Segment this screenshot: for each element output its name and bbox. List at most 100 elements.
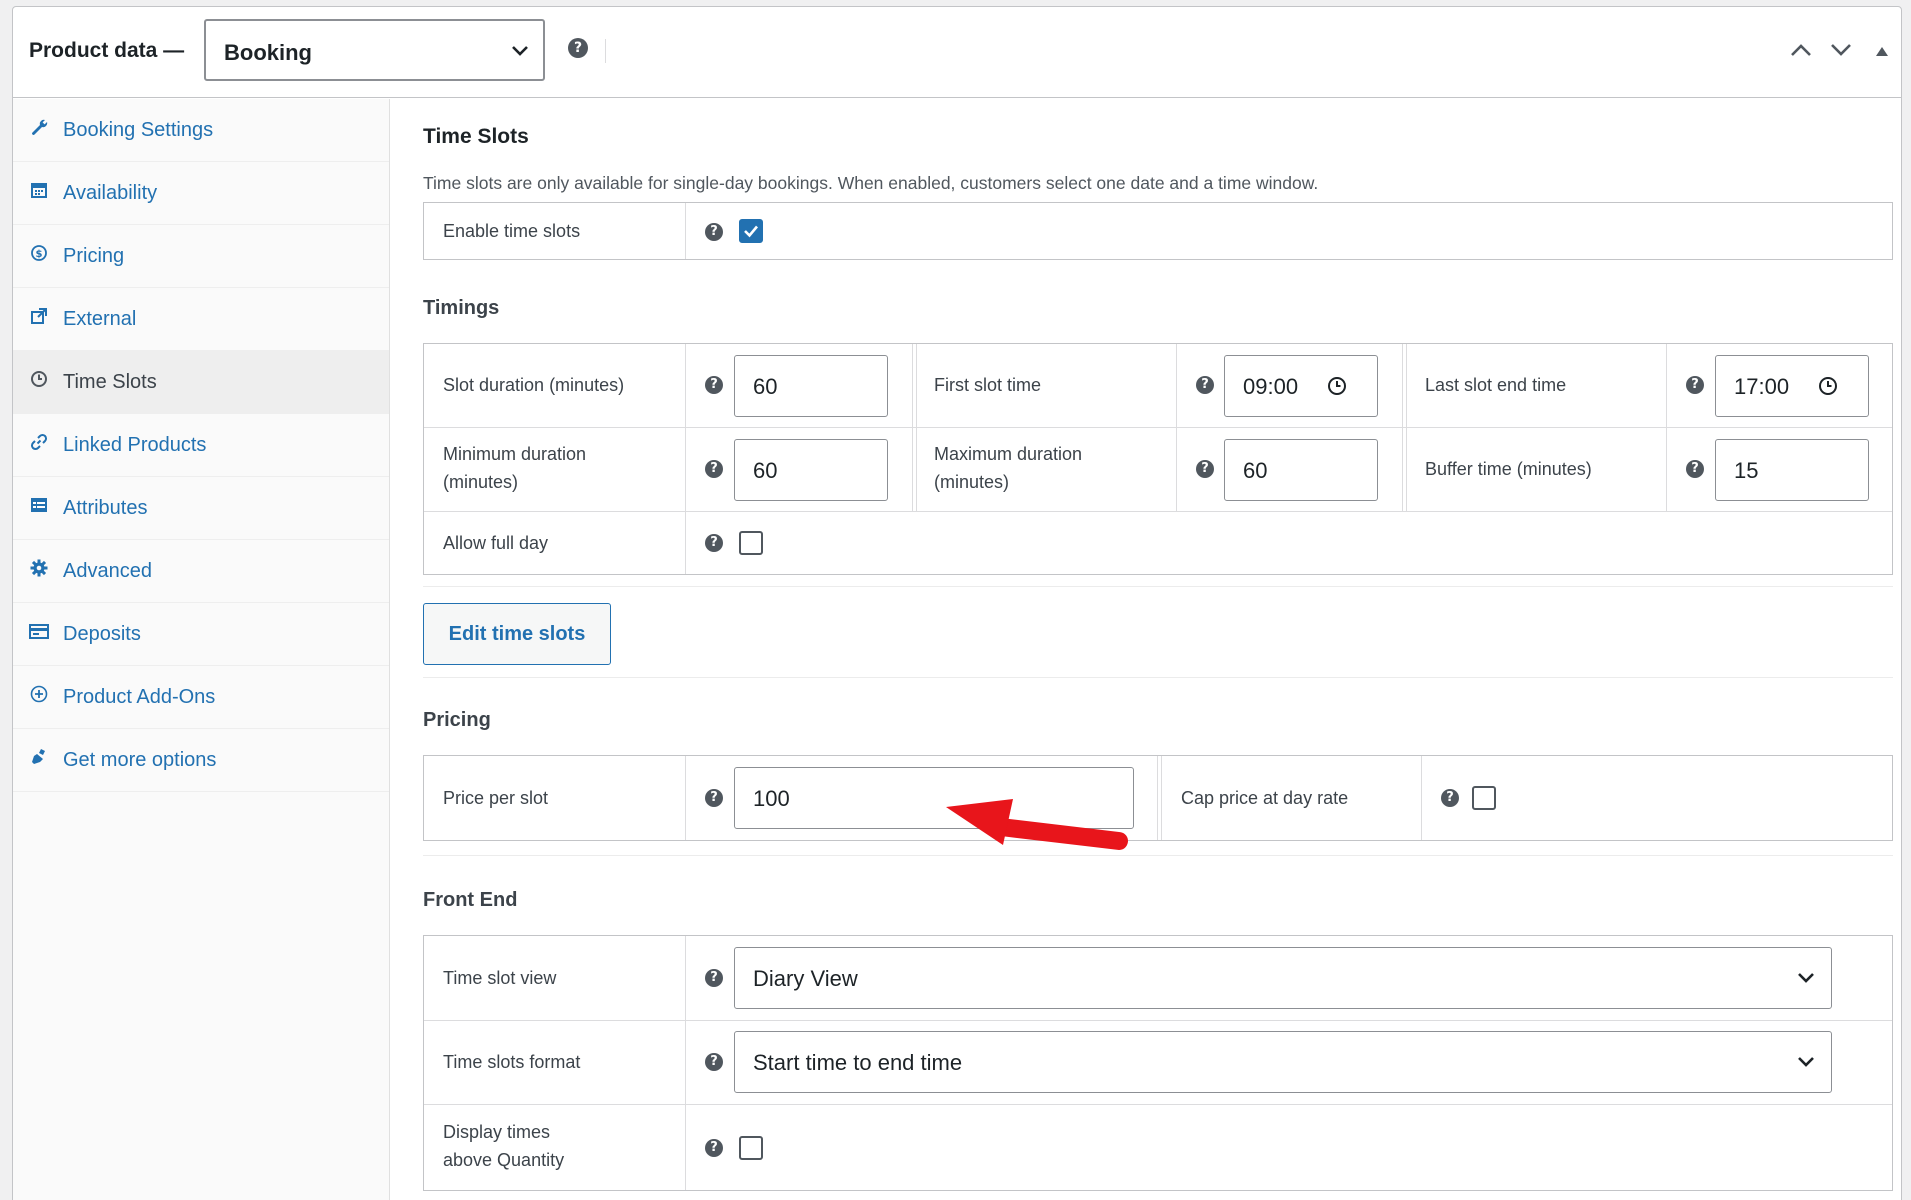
column-divider: [685, 936, 686, 1190]
header-separator: [605, 39, 606, 63]
first-slot-time-label: First slot time: [934, 375, 1042, 395]
maximum-duration-label: Maximum duration (minutes): [934, 440, 1082, 496]
card-icon: [29, 621, 49, 641]
plugin-icon: [29, 747, 49, 767]
sidebar-item-get-more-options[interactable]: Get more options: [13, 729, 389, 792]
first-slot-time-input[interactable]: 09:00: [1224, 355, 1378, 417]
clock-icon[interactable]: [1818, 376, 1838, 396]
minimum-duration-label-line-2: (minutes): [443, 472, 519, 492]
help-icon[interactable]: ?: [568, 38, 588, 58]
timings-title: Timings: [423, 297, 500, 319]
sidebar-item-booking-settings[interactable]: Booking Settings: [13, 99, 389, 162]
column-divider: [685, 203, 686, 259]
sidebar-item-label: Attributes: [63, 496, 148, 519]
column-divider: [685, 756, 686, 840]
help-icon[interactable]: ?: [705, 376, 723, 394]
chevron-down-icon: [1798, 973, 1814, 983]
help-icon[interactable]: ?: [1686, 376, 1704, 394]
display-times-label: Display times above Quantity: [443, 1118, 564, 1174]
time-slots-format-value: Start time to end time: [753, 1050, 963, 1075]
product-type-value: Booking: [224, 40, 312, 65]
buffer-time-input[interactable]: 15: [1715, 439, 1869, 501]
sidebar-item-time-slots[interactable]: Time Slots: [13, 351, 389, 414]
minimum-duration-label: Minimum duration (minutes): [443, 440, 586, 496]
move-up-icon[interactable]: [1790, 43, 1812, 57]
plus-circle-icon: [29, 684, 49, 704]
display-times-label-line-1: Display times: [443, 1122, 551, 1142]
cap-price-checkbox[interactable]: [1472, 786, 1496, 810]
time-slot-view-select[interactable]: Diary View: [734, 947, 1832, 1009]
front-end-title: Front End: [423, 889, 518, 911]
help-icon[interactable]: ?: [705, 534, 723, 552]
time-slot-view-label: Time slot view: [443, 968, 557, 988]
maximum-duration-label-line-1: Maximum duration: [934, 444, 1083, 464]
allow-full-day-label: Allow full day: [443, 533, 549, 553]
collapse-toggle-icon[interactable]: [1875, 45, 1889, 57]
wrench-icon: [29, 117, 49, 137]
maximum-duration-value: 60: [1243, 458, 1268, 483]
section-divider: [423, 677, 1893, 678]
time-slots-format-select[interactable]: Start time to end time: [734, 1031, 1832, 1093]
section-divider: [423, 855, 1893, 856]
sidebar-item-deposits[interactable]: Deposits: [13, 603, 389, 666]
pricing-table: Price per slot ? 100 Cap price at day ra…: [423, 755, 1893, 841]
last-slot-end-time-label: Last slot end time: [1425, 375, 1567, 395]
product-data-label: Product data —: [29, 39, 185, 62]
sidebar-item-availability[interactable]: Availability: [13, 162, 389, 225]
help-icon[interactable]: ?: [1441, 789, 1459, 807]
cap-price-label: Cap price at day rate: [1181, 788, 1349, 808]
sidebar-item-label: Advanced: [63, 559, 152, 582]
column-divider: [1406, 344, 1407, 511]
price-per-slot-value: 100: [753, 786, 790, 811]
product-type-select[interactable]: Booking: [204, 19, 545, 81]
help-icon[interactable]: ?: [705, 223, 723, 241]
help-icon[interactable]: ?: [705, 789, 723, 807]
help-icon[interactable]: ?: [705, 1139, 723, 1157]
minimum-duration-value: 60: [753, 458, 778, 483]
clock-icon[interactable]: [1327, 376, 1347, 396]
calendar-icon: [29, 180, 49, 200]
link-icon: [29, 432, 49, 452]
help-icon[interactable]: ?: [705, 969, 723, 987]
slot-duration-input[interactable]: 60: [734, 355, 888, 417]
minimum-duration-input[interactable]: 60: [734, 439, 888, 501]
display-times-label-line-2: above Quantity: [443, 1150, 565, 1170]
sidebar-item-label: External: [63, 307, 137, 330]
enable-time-slots-checkbox[interactable]: [739, 219, 763, 243]
external-link-icon: [29, 306, 49, 326]
slot-duration-value: 60: [753, 374, 778, 399]
help-icon[interactable]: ?: [705, 1053, 723, 1071]
sidebar-item-attributes[interactable]: Attributes: [13, 477, 389, 540]
time-slots-description: Time slots are only available for single…: [423, 173, 1319, 193]
last-slot-end-time-input[interactable]: 17:00: [1715, 355, 1869, 417]
price-per-slot-label: Price per slot: [443, 788, 549, 808]
help-icon[interactable]: ?: [705, 460, 723, 478]
sidebar-item-label: Booking Settings: [63, 118, 214, 141]
sidebar-item-pricing[interactable]: $ Pricing: [13, 225, 389, 288]
display-times-checkbox[interactable]: [739, 1136, 763, 1160]
sidebar-item-product-add-ons[interactable]: Product Add-Ons: [13, 666, 389, 729]
list-icon: [29, 495, 49, 515]
help-icon[interactable]: ?: [1196, 376, 1214, 394]
help-icon[interactable]: ?: [1686, 460, 1704, 478]
sidebar-item-linked-products[interactable]: Linked Products: [13, 414, 389, 477]
pricing-title: Pricing: [423, 709, 491, 731]
column-divider: [1161, 756, 1162, 840]
maximum-duration-input[interactable]: 60: [1224, 439, 1378, 501]
svg-text:$: $: [36, 249, 43, 260]
help-icon[interactable]: ?: [1196, 460, 1214, 478]
buffer-time-label: Buffer time (minutes): [1425, 459, 1592, 479]
allow-full-day-checkbox[interactable]: [739, 531, 763, 555]
sidebar-item-advanced[interactable]: Advanced: [13, 540, 389, 603]
edit-time-slots-button[interactable]: Edit time slots: [423, 603, 611, 665]
column-divider: [1402, 344, 1403, 511]
move-down-icon[interactable]: [1830, 43, 1852, 57]
time-slots-title: Time Slots: [423, 125, 529, 148]
sidebar-item-external[interactable]: External: [13, 288, 389, 351]
chevron-down-icon: [512, 46, 528, 56]
sidebar-item-label: Deposits: [63, 622, 141, 645]
checkmark-icon: [744, 225, 758, 238]
chevron-down-icon: [1798, 1057, 1814, 1067]
time-slots-format-label: Time slots format: [443, 1052, 581, 1072]
timings-table: Slot duration (minutes) ? 60 First slot …: [423, 343, 1893, 575]
